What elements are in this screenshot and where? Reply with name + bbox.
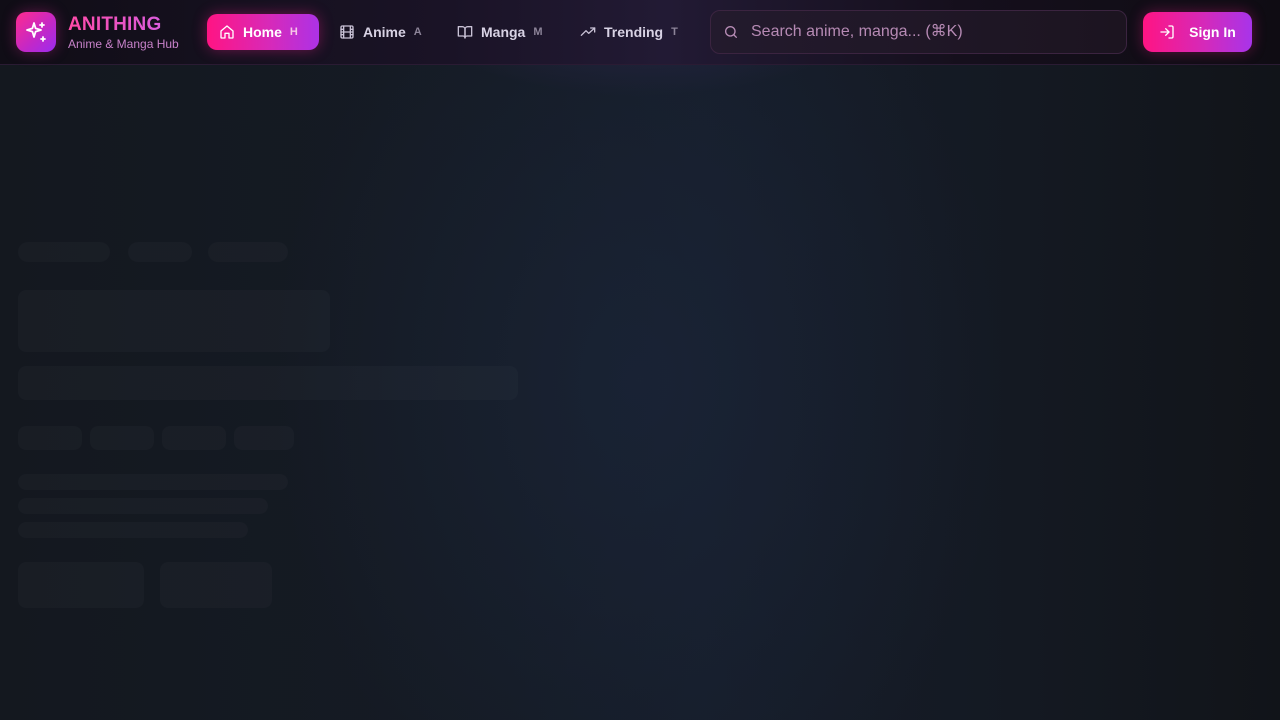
top-navigation-bar: ANITHING Anime & Manga Hub Home H Anime … xyxy=(0,0,1280,65)
search-box[interactable] xyxy=(710,10,1127,54)
nav-anime-label: Anime xyxy=(363,24,406,40)
nav-manga[interactable]: Manga M xyxy=(445,14,555,50)
nav-home[interactable]: Home H xyxy=(207,14,319,50)
nav-anime[interactable]: Anime A xyxy=(327,14,434,50)
sparkles-icon xyxy=(26,22,46,42)
search-icon xyxy=(725,26,737,38)
nav-anime-shortcut: A xyxy=(413,26,422,38)
book-open-icon xyxy=(457,26,473,39)
brand-title: ANITHING xyxy=(68,15,179,35)
sign-in-label: Sign In xyxy=(1189,24,1236,40)
nav-trending-label: Trending xyxy=(604,24,664,40)
sign-in-button[interactable]: Sign In xyxy=(1143,12,1252,52)
log-in-icon xyxy=(1160,25,1174,39)
search-input[interactable] xyxy=(751,23,1091,41)
nav-home-shortcut: H xyxy=(289,26,298,38)
logo[interactable] xyxy=(16,12,56,52)
brand[interactable]: ANITHING Anime & Manga Hub xyxy=(68,15,179,52)
nav-trending-shortcut: T xyxy=(671,26,678,38)
page-background xyxy=(0,0,1280,720)
nav-manga-shortcut: M xyxy=(533,26,543,38)
film-icon xyxy=(340,25,354,39)
brand-subtitle: Anime & Manga Hub xyxy=(68,37,179,51)
home-icon xyxy=(220,25,234,39)
nav-manga-label: Manga xyxy=(481,24,526,40)
nav-trending[interactable]: Trending T xyxy=(568,14,690,50)
nav-home-label: Home xyxy=(243,24,282,40)
trending-up-icon xyxy=(580,27,596,36)
